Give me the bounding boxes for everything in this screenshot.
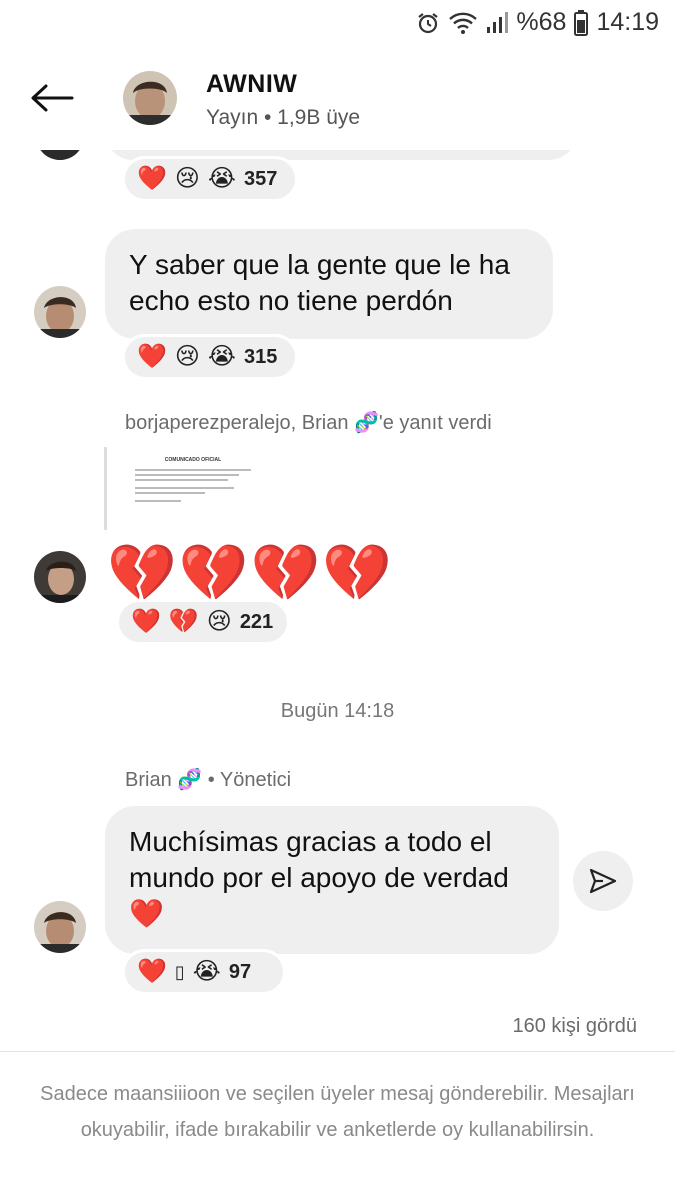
text-line — [135, 479, 228, 481]
sender-avatar[interactable] — [34, 551, 86, 603]
reaction-count: 315 — [243, 345, 278, 368]
channel-subtitle: Yayın • 1,9B üye — [206, 106, 361, 129]
message-bubble[interactable]: Muchísimas gracias a todo el mundo por e… — [105, 806, 559, 954]
clock: 14:19 — [596, 8, 659, 36]
reaction-bar[interactable]: ❤️ ▯ 😭 97 — [122, 949, 286, 995]
time-separator: Bugün 14:18 — [280, 700, 395, 722]
reaction-emoji: 😭 — [207, 343, 236, 370]
message-text: Y saber que la gente que le ha echo esto… — [129, 249, 510, 316]
reaction-emoji: 💔 — [168, 608, 199, 635]
reaction-emoji: ❤️ — [137, 958, 167, 985]
reply-indicator — [104, 447, 107, 530]
reaction-emoji: 😢 — [174, 165, 200, 192]
message-emoji: ❤️ — [129, 898, 164, 929]
reaction-count: 97 — [228, 960, 252, 983]
reaction-emoji: 😭 — [192, 958, 221, 985]
reaction-count: 357 — [243, 167, 278, 190]
reaction-emoji: 😢 — [174, 343, 200, 370]
reaction-bar[interactable]: ❤️ 😢 😭 315 — [122, 334, 298, 380]
sender-role: • Yönetici — [207, 769, 292, 791]
reaction-emoji: 😭 — [207, 165, 236, 192]
sender-name[interactable]: Brian — [125, 769, 172, 791]
sender-label: Brian 🧬 • Yönetici — [125, 767, 291, 792]
channel-avatar[interactable] — [123, 71, 177, 125]
channel-header: AWNIW Yayın • 1,9B üye — [0, 46, 675, 150]
reaction-emoji: ❤️ — [137, 165, 167, 192]
share-button[interactable] — [573, 851, 633, 911]
back-button[interactable] — [28, 76, 76, 120]
seen-count[interactable]: 160 kişi gördü — [512, 1015, 637, 1038]
sender-badge: 🧬 — [177, 769, 203, 791]
reaction-emoji: ▯ — [174, 962, 185, 982]
message-text-line: mundo por el apoyo de verdad — [129, 862, 509, 893]
attachment-title: COMUNICADO OFICIAL — [164, 457, 222, 463]
reaction-emoji: ❤️ — [131, 608, 161, 635]
message-bubble[interactable]: Y saber que la gente que le ha echo esto… — [105, 229, 553, 339]
signal-icon — [486, 11, 509, 35]
channel-title[interactable]: AWNIW — [206, 70, 297, 99]
reaction-emoji: ❤️ — [137, 343, 167, 370]
broken-hearts-message[interactable]: 💔💔💔💔 — [107, 543, 394, 603]
send-icon — [589, 868, 617, 894]
text-line — [135, 469, 251, 471]
text-line — [135, 474, 240, 476]
arrow-left-icon — [31, 84, 74, 112]
reply-label: borjaperezperaleјo, Brian 🧬'e yanıt verd… — [125, 412, 492, 434]
reaction-emoji: 😢 — [206, 608, 232, 635]
alarm-icon — [416, 11, 440, 35]
divider — [0, 1051, 675, 1052]
channel-permissions-note: Sadece maansiiioon ve seçilen üyeler mes… — [40, 1083, 635, 1141]
reaction-count: 221 — [239, 610, 274, 633]
battery-icon — [574, 9, 589, 36]
battery-text: %68 — [516, 8, 567, 36]
sender-avatar[interactable] — [34, 901, 86, 953]
sender-avatar[interactable] — [34, 286, 86, 338]
reaction-bar[interactable]: ❤️ 😢 😭 357 — [122, 156, 298, 202]
text-line — [135, 492, 205, 494]
text-line — [135, 500, 182, 502]
status-bar: %68 14:19 — [0, 0, 675, 46]
text-line — [135, 487, 234, 489]
message-text-line: Muchísimas gracias a todo el — [129, 826, 492, 857]
reaction-bar[interactable]: ❤️ 💔 😢 221 — [116, 599, 290, 645]
wifi-icon — [448, 11, 478, 35]
replied-attachment-thumbnail[interactable]: COMUNICADO OFICIAL — [113, 447, 273, 530]
